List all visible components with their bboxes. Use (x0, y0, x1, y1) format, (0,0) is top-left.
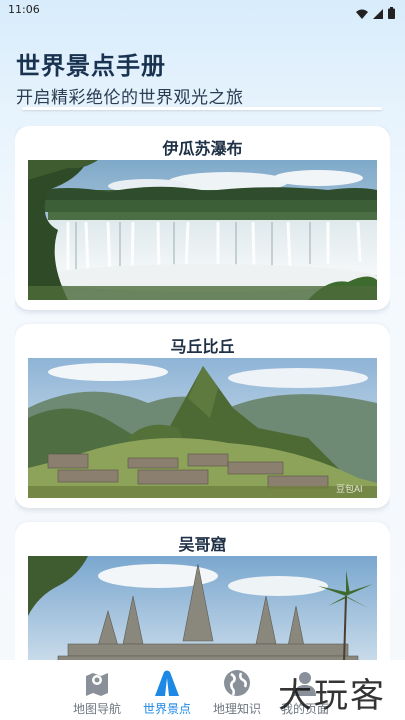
image-watermark: 豆包AI (336, 483, 363, 494)
attraction-card-iguazu-falls[interactable]: 伊瓜苏瀑布 (15, 126, 390, 310)
attraction-name: 吴哥窟 (178, 535, 227, 554)
nav-item-map[interactable]: 地图导航 (60, 668, 134, 717)
nav-label: 世界景点 (142, 702, 191, 716)
nav-item-geography[interactable]: 地理知识 (200, 668, 274, 717)
attraction-list[interactable]: 伊瓜苏瀑布 马丘比丘 豆包AI 吴哥窟 (15, 126, 390, 660)
attraction-name: 伊瓜苏瀑布 (162, 139, 243, 158)
page-title: 世界景点手册 (16, 52, 166, 80)
overlay-watermark: 大玩客 (278, 676, 386, 716)
attraction-image-angkor-wat (28, 556, 377, 660)
status-bar: 11:06 (0, 0, 405, 22)
header-divider (22, 107, 382, 110)
battery-icon (388, 4, 395, 23)
page-subtitle: 开启精彩绝伦的世界观光之旅 (16, 88, 244, 108)
attraction-card-machu-picchu[interactable]: 马丘比丘 豆包AI (15, 324, 390, 508)
attraction-image-iguazu-falls (28, 160, 377, 300)
attraction-name: 马丘比丘 (170, 337, 235, 356)
page-header: 世界景点手册 开启精彩绝伦的世界观光之旅 (16, 46, 386, 108)
attraction-image-machu-picchu: 豆包AI (28, 358, 377, 498)
attraction-card-angkor-wat[interactable]: 吴哥窟 (15, 522, 390, 660)
nav-item-attractions[interactable]: 世界景点 (130, 668, 204, 717)
status-time: 11:06 (8, 3, 40, 16)
globe-icon (222, 668, 252, 698)
map-pin-icon (82, 668, 112, 698)
status-icons (356, 4, 395, 23)
nav-label: 地理知识 (212, 702, 261, 716)
nav-label: 地图导航 (72, 702, 121, 716)
signal-icon (373, 4, 383, 23)
mountain-icon (152, 668, 182, 698)
wifi-icon (356, 4, 368, 23)
